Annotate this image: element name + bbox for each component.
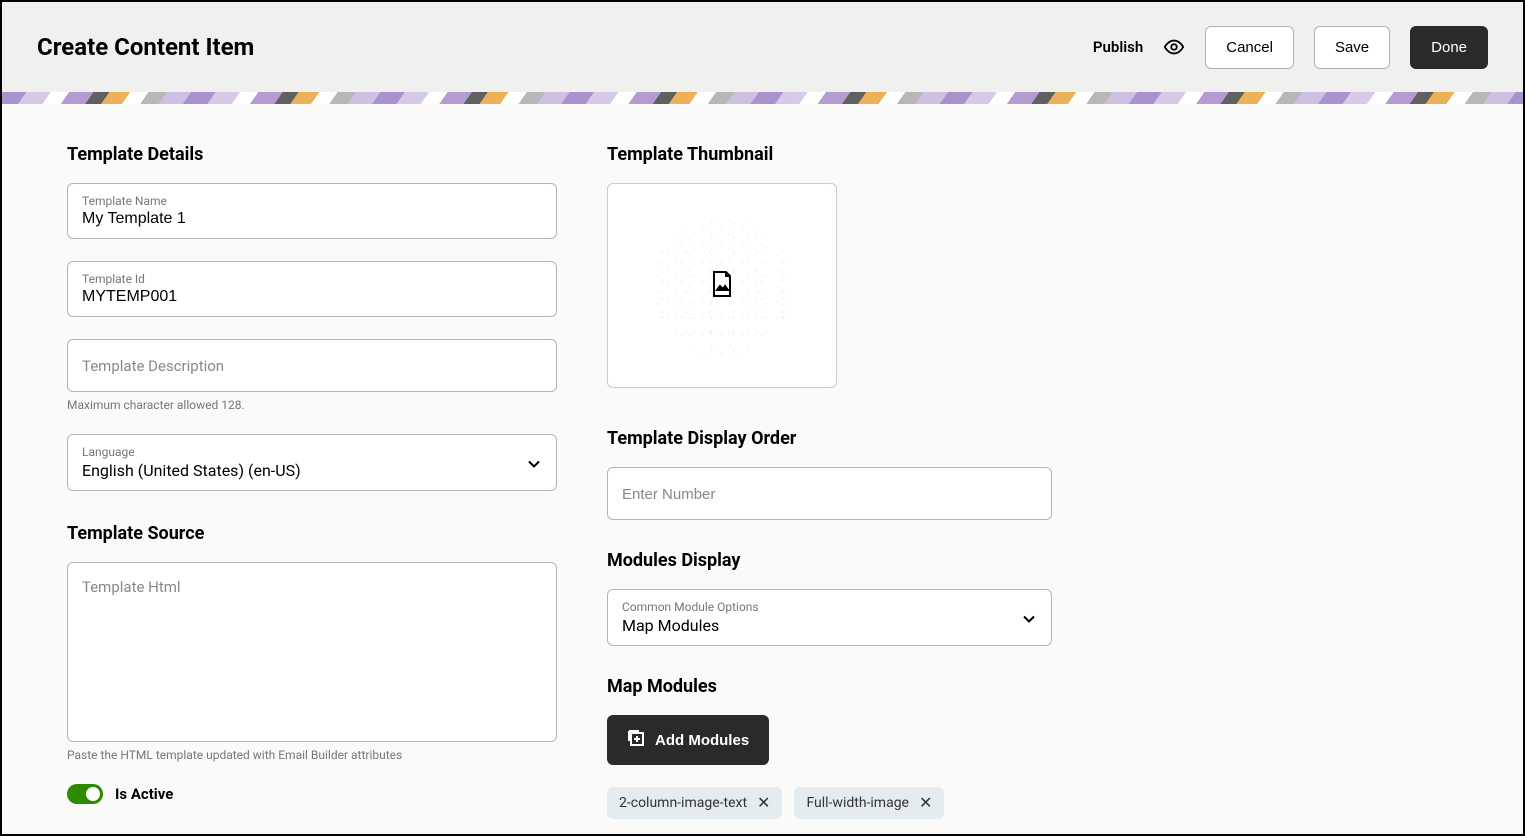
add-modules-button[interactable]: Add Modules (607, 715, 769, 765)
chip-label: Full-width-image (806, 795, 909, 811)
toggle-knob (86, 787, 100, 801)
display-order-heading: Template Display Order (607, 428, 1052, 449)
language-value: English (United States) (en-US) (82, 461, 542, 480)
module-chip: Full-width-image ✕ (794, 787, 944, 819)
template-id-label: Template Id (82, 272, 542, 286)
header-actions: Publish Cancel Save Done (1093, 26, 1488, 69)
module-chips: 2-column-image-text ✕ Full-width-image ✕ (607, 787, 1052, 819)
template-details-heading: Template Details (67, 144, 557, 165)
template-name-input[interactable] (82, 210, 542, 228)
modules-display-heading: Modules Display (607, 550, 1052, 571)
template-id-input[interactable] (82, 288, 542, 306)
source-helper: Paste the HTML template updated with Ema… (67, 748, 557, 762)
chip-label: 2-column-image-text (619, 795, 747, 811)
page-header: Create Content Item Publish Cancel Save … (2, 2, 1523, 92)
is-active-label: Is Active (115, 785, 173, 803)
close-icon[interactable]: ✕ (757, 795, 770, 811)
template-name-label: Template Name (82, 194, 542, 208)
left-column: Template Details Template Name Template … (67, 144, 557, 814)
template-name-field[interactable]: Template Name (67, 183, 557, 239)
modules-display-dropdown[interactable]: Common Module Options Map Modules (607, 589, 1052, 646)
is-active-row: Is Active (67, 784, 557, 804)
template-html-placeholder: Template Html (82, 578, 181, 596)
publish-link[interactable]: Publish (1093, 38, 1143, 56)
close-icon[interactable]: ✕ (919, 795, 932, 811)
module-chip: 2-column-image-text ✕ (607, 787, 782, 819)
language-label: Language (82, 445, 542, 459)
description-helper: Maximum character allowed 128. (67, 398, 557, 412)
right-column: Template Thumbnail Template Display Orde… (607, 144, 1052, 814)
add-modules-label: Add Modules (655, 732, 749, 749)
broken-image-icon (710, 270, 734, 302)
content-area: Template Details Template Name Template … (2, 104, 1523, 834)
template-html-textarea[interactable]: Template Html (67, 562, 557, 742)
is-active-toggle[interactable] (67, 784, 103, 804)
template-id-field[interactable]: Template Id (67, 261, 557, 317)
template-source-heading: Template Source (67, 523, 557, 544)
cancel-button[interactable]: Cancel (1205, 26, 1294, 69)
preview-icon[interactable] (1163, 36, 1185, 58)
thumbnail-upload[interactable] (607, 183, 837, 388)
thumbnail-heading: Template Thumbnail (607, 144, 1052, 165)
save-button[interactable]: Save (1314, 26, 1390, 69)
decorative-strip (2, 92, 1523, 104)
template-description-label: Template Description (82, 357, 224, 375)
chevron-down-icon (1023, 608, 1035, 627)
template-description-field[interactable]: Template Description (67, 339, 557, 392)
language-dropdown[interactable]: Language English (United States) (en-US) (67, 434, 557, 491)
module-options-label: Common Module Options (622, 600, 1037, 614)
display-order-field[interactable] (607, 467, 1052, 520)
done-button[interactable]: Done (1410, 26, 1488, 69)
map-modules-heading: Map Modules (607, 676, 1052, 697)
display-order-input[interactable] (622, 486, 1037, 503)
module-options-value: Map Modules (622, 616, 1037, 635)
page-title: Create Content Item (37, 33, 254, 61)
chevron-down-icon (528, 453, 540, 472)
add-icon (627, 729, 645, 751)
